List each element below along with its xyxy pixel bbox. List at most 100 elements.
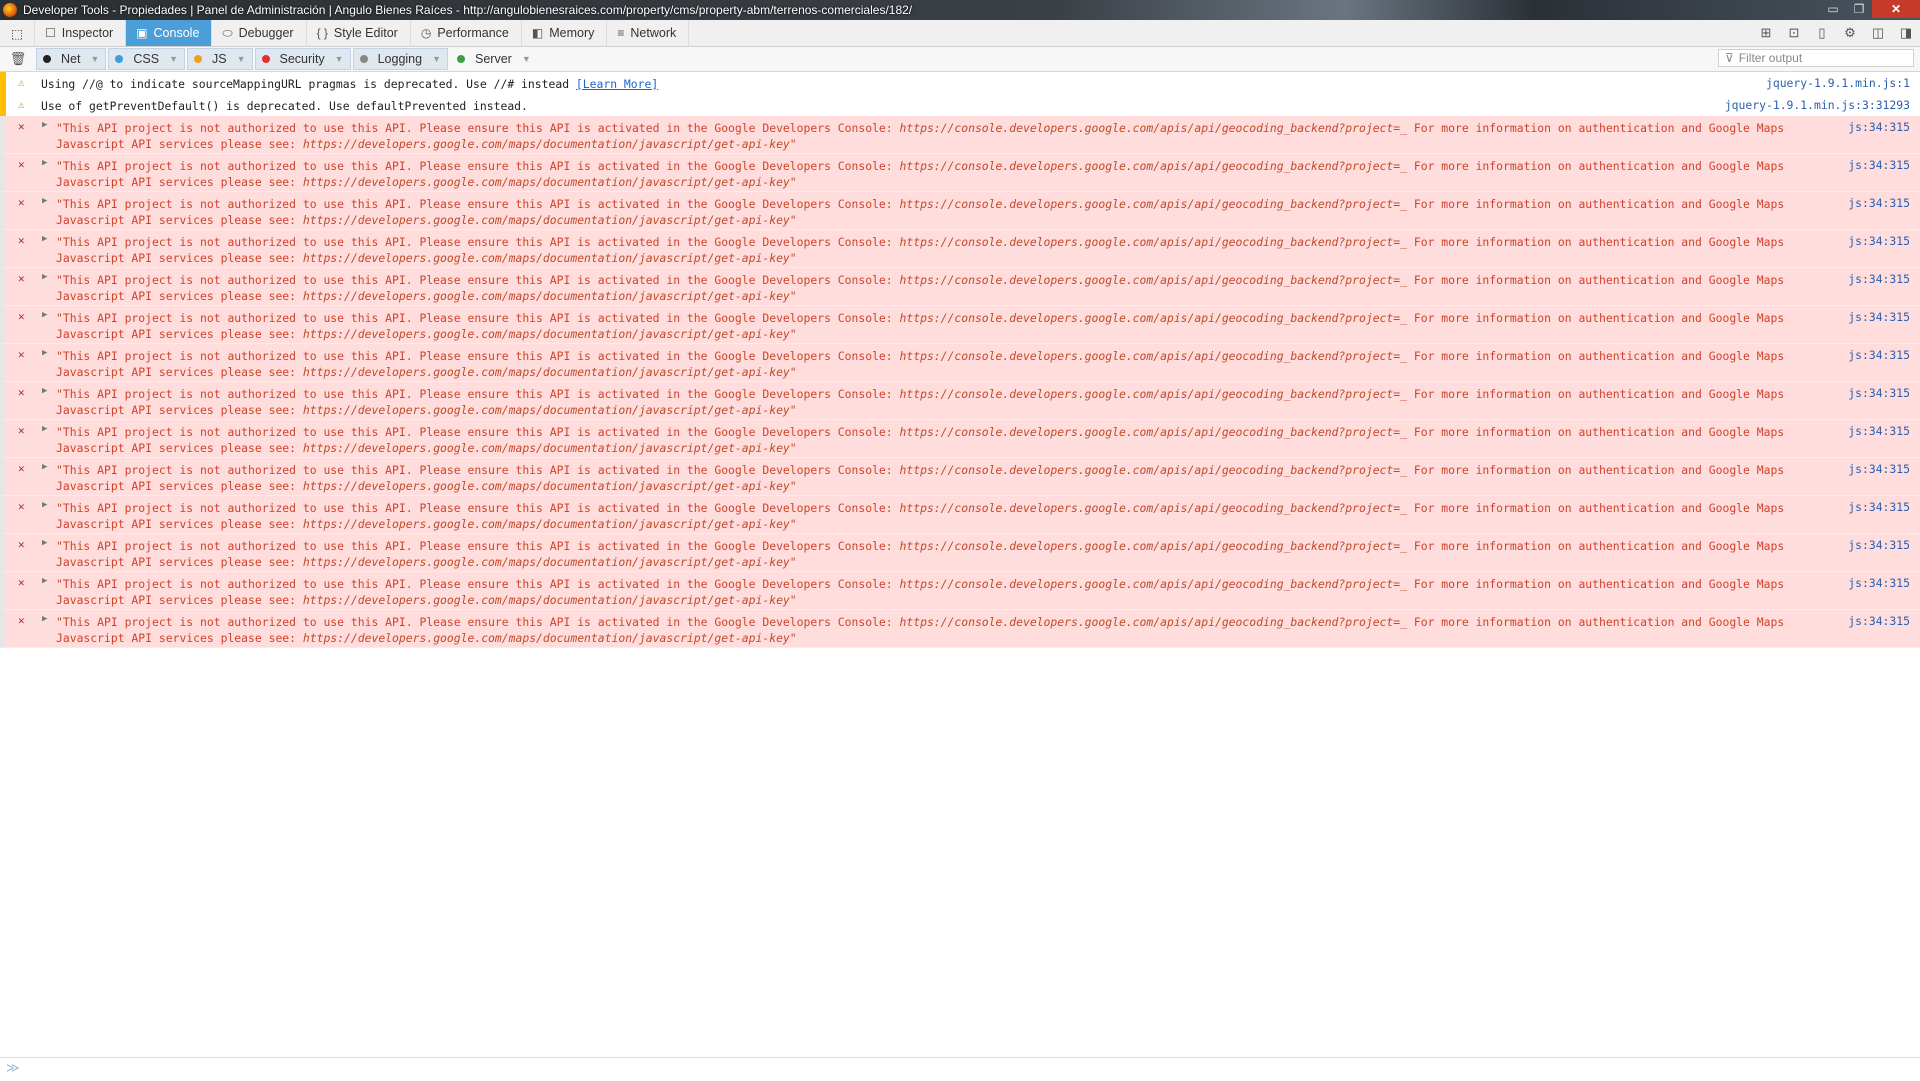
api-key-docs-link[interactable]: https://developers.google.com/maps/docum… (303, 175, 797, 189)
console-url-link[interactable]: https://console.developers.google.com/ap… (900, 577, 1407, 591)
filter-net[interactable]: Net ▼ (36, 48, 107, 70)
tab-inspector[interactable]: ☐ Inspector (35, 20, 127, 46)
console-error[interactable]: ✕ ▶ "This API project is not authorized to… (0, 192, 1920, 230)
console-error[interactable]: ✕ ▶ "This API project is not authorized to… (0, 534, 1920, 572)
api-key-docs-link[interactable]: https://developers.google.com/maps/docum… (303, 631, 797, 645)
chevron-down-icon[interactable]: ▼ (335, 54, 344, 64)
minimize-button[interactable]: ▭ (1820, 0, 1846, 18)
source-location-link[interactable]: js:34:315 (1848, 310, 1910, 324)
tab-console[interactable]: ▣ Console (126, 20, 213, 46)
chevron-down-icon[interactable]: ▼ (522, 54, 531, 64)
expand-arrow-icon[interactable]: ▶ (42, 234, 47, 244)
console-input[interactable]: ≫ (0, 1057, 1920, 1081)
dock-side-icon[interactable]: ⊡ (1780, 25, 1808, 41)
console-url-link[interactable]: https://console.developers.google.com/ap… (900, 501, 1407, 515)
console-url-link[interactable]: https://console.developers.google.com/ap… (900, 311, 1407, 325)
console-url-link[interactable]: https://console.developers.google.com/ap… (900, 387, 1407, 401)
console-url-link[interactable]: https://console.developers.google.com/ap… (900, 159, 1407, 173)
api-key-docs-link[interactable]: https://developers.google.com/maps/docum… (303, 327, 797, 341)
console-error[interactable]: ✕ ▶ "This API project is not authorized to… (0, 268, 1920, 306)
api-key-docs-link[interactable]: https://developers.google.com/maps/docum… (303, 213, 797, 227)
console-url-link[interactable]: https://console.developers.google.com/ap… (900, 197, 1407, 211)
tab-style-editor[interactable]: { } Style Editor (307, 20, 411, 46)
console-url-link[interactable]: https://console.developers.google.com/ap… (900, 273, 1407, 287)
source-location-link[interactable]: js:34:315 (1848, 272, 1910, 286)
settings-icon[interactable]: ⚙ (1836, 25, 1864, 41)
api-key-docs-link[interactable]: https://developers.google.com/maps/docum… (303, 593, 797, 607)
console-error[interactable]: ✕ ▶ "This API project is not authorized to… (0, 458, 1920, 496)
restore-button[interactable]: ❐ (1846, 0, 1872, 18)
console-error[interactable]: ✕ ▶ "This API project is not authorized to… (0, 116, 1920, 154)
filter-security[interactable]: Security ▼ (254, 48, 351, 70)
filter-css[interactable]: CSS ▼ (108, 48, 185, 70)
filter-js[interactable]: JS ▼ (187, 48, 253, 70)
expand-arrow-icon[interactable]: ▶ (42, 424, 47, 434)
api-key-docs-link[interactable]: https://developers.google.com/maps/docum… (303, 251, 797, 265)
console-url-link[interactable]: https://console.developers.google.com/ap… (900, 615, 1407, 629)
console-error[interactable]: ✕ ▶ "This API project is not authorized to… (0, 496, 1920, 534)
expand-arrow-icon[interactable]: ▶ (42, 348, 47, 358)
api-key-docs-link[interactable]: https://developers.google.com/maps/docum… (303, 403, 797, 417)
api-key-docs-link[interactable]: https://developers.google.com/maps/docum… (303, 365, 797, 379)
source-location-link[interactable]: js:34:315 (1848, 462, 1910, 476)
expand-arrow-icon[interactable]: ▶ (42, 310, 47, 320)
filter-logging[interactable]: Logging ▼ (352, 48, 449, 70)
source-location-link[interactable]: js:34:315 (1848, 234, 1910, 248)
console-error[interactable]: ✕ ▶ "This API project is not authorized to… (0, 420, 1920, 458)
clear-console-icon[interactable]: 🗑 (0, 51, 36, 67)
api-key-docs-link[interactable]: https://developers.google.com/maps/docum… (303, 479, 797, 493)
console-url-link[interactable]: https://console.developers.google.com/ap… (900, 235, 1407, 249)
api-key-docs-link[interactable]: https://developers.google.com/maps/docum… (303, 517, 797, 531)
filter-output-input[interactable]: ⊽ Filter output (1718, 49, 1914, 67)
tab-debugger[interactable]: ⬭ Debugger (212, 20, 307, 46)
api-key-docs-link[interactable]: https://developers.google.com/maps/docum… (303, 555, 797, 569)
source-location-link[interactable]: js:34:315 (1848, 424, 1910, 438)
source-location-link[interactable]: js:34:315 (1848, 120, 1910, 134)
source-location-link[interactable]: jquery-1.9.1.min.js:3:31293 (1725, 98, 1910, 112)
expand-arrow-icon[interactable]: ▶ (42, 272, 47, 282)
console-error[interactable]: ✕ ▶ "This API project is not authorized to… (0, 382, 1920, 420)
expand-arrow-icon[interactable]: ▶ (42, 196, 47, 206)
learn-more-link[interactable]: [Learn More] (576, 77, 658, 91)
console-error[interactable]: ✕ ▶ "This API project is not authorized to… (0, 572, 1920, 610)
split-console-icon[interactable]: ⊞ (1752, 25, 1780, 41)
tab-memory[interactable]: ◧ Memory (522, 20, 608, 46)
source-location-link[interactable]: js:34:315 (1848, 158, 1910, 172)
chevron-down-icon[interactable]: ▼ (237, 54, 246, 64)
dock-window-icon[interactable]: ◨ (1892, 25, 1920, 41)
console-url-link[interactable]: https://console.developers.google.com/ap… (900, 463, 1407, 477)
expand-arrow-icon[interactable]: ▶ (42, 158, 47, 168)
filter-server[interactable]: Server ▼ (450, 48, 538, 70)
console-url-link[interactable]: https://console.developers.google.com/ap… (900, 121, 1407, 135)
source-location-link[interactable]: js:34:315 (1848, 576, 1910, 590)
responsive-icon[interactable]: ▯ (1808, 25, 1836, 41)
console-url-link[interactable]: https://console.developers.google.com/ap… (900, 349, 1407, 363)
api-key-docs-link[interactable]: https://developers.google.com/maps/docum… (303, 137, 797, 151)
dock-bottom-icon[interactable]: ◫ (1864, 25, 1892, 41)
tab-network[interactable]: ≡ Network (607, 20, 690, 46)
source-location-link[interactable]: js:34:315 (1848, 538, 1910, 552)
chevron-down-icon[interactable]: ▼ (90, 54, 99, 64)
source-location-link[interactable]: js:34:315 (1848, 348, 1910, 362)
api-key-docs-link[interactable]: https://developers.google.com/maps/docum… (303, 441, 797, 455)
chevron-down-icon[interactable]: ▼ (169, 54, 178, 64)
expand-arrow-icon[interactable]: ▶ (42, 576, 47, 586)
expand-arrow-icon[interactable]: ▶ (42, 538, 47, 548)
expand-arrow-icon[interactable]: ▶ (42, 500, 47, 510)
close-button[interactable]: ✕ (1872, 0, 1920, 18)
source-location-link[interactable]: js:34:315 (1848, 614, 1910, 628)
source-location-link[interactable]: jquery-1.9.1.min.js:1 (1766, 76, 1910, 90)
expand-arrow-icon[interactable]: ▶ (42, 614, 47, 624)
expand-arrow-icon[interactable]: ▶ (42, 386, 47, 396)
console-error[interactable]: ✕ ▶ "This API project is not authorized to… (0, 344, 1920, 382)
console-error[interactable]: ✕ ▶ "This API project is not authorized to… (0, 610, 1920, 648)
chevron-down-icon[interactable]: ▼ (432, 54, 441, 64)
console-error[interactable]: ✕ ▶ "This API project is not authorized to… (0, 306, 1920, 344)
expand-arrow-icon[interactable]: ▶ (42, 462, 47, 472)
expand-arrow-icon[interactable]: ▶ (42, 120, 47, 130)
console-url-link[interactable]: https://console.developers.google.com/ap… (900, 425, 1407, 439)
source-location-link[interactable]: js:34:315 (1848, 500, 1910, 514)
tab-performance[interactable]: ◷ Performance (411, 20, 522, 46)
console-error[interactable]: ✕ ▶ "This API project is not authorized to… (0, 154, 1920, 192)
console-url-link[interactable]: https://console.developers.google.com/ap… (900, 539, 1407, 553)
